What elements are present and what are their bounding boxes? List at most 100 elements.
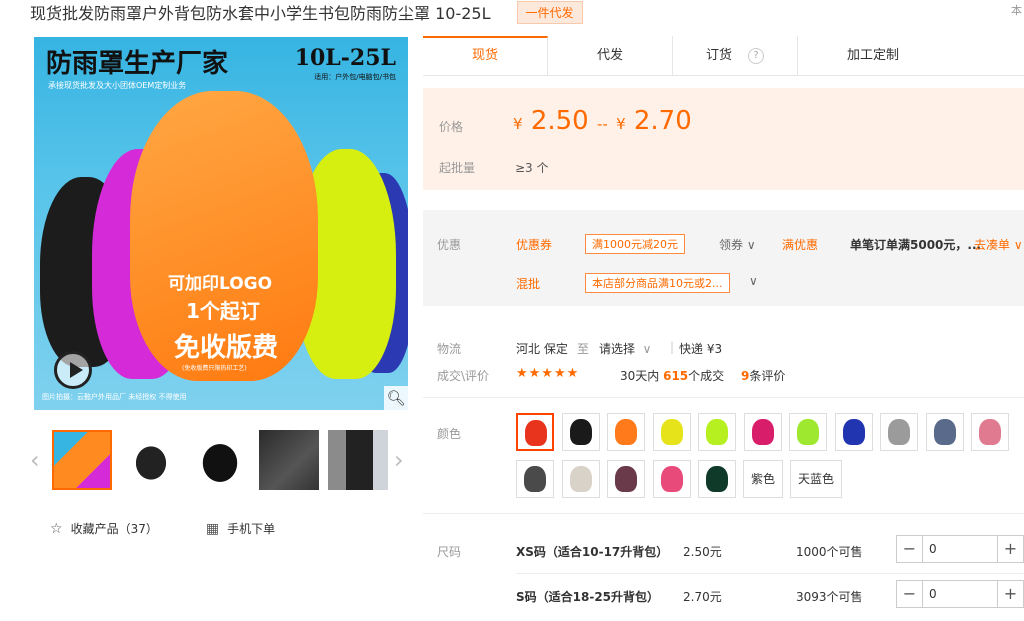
thumbnail-3[interactable] <box>190 430 250 490</box>
logistics-divider: | <box>670 340 675 354</box>
favorite-button[interactable]: ☆ 收藏产品（37） <box>50 520 158 537</box>
raincover-thumbnail <box>843 419 865 445</box>
raincover-thumbnail <box>615 419 637 445</box>
color-label: 颜色 <box>437 427 462 441</box>
minus-button[interactable]: − <box>897 536 923 562</box>
review-label-text: 条评价 <box>749 369 786 383</box>
moq-value: ≥3 个 <box>515 161 549 175</box>
thumbnail-2[interactable] <box>121 430 181 490</box>
color-swatch[interactable] <box>698 460 736 498</box>
plus-button[interactable]: + <box>997 536 1023 562</box>
size-row-xs: XS码（适合10-17升背包） 2.50元 1000个可售 − 0 + <box>516 535 1024 565</box>
color-swatch[interactable] <box>607 460 645 498</box>
image-size-sub: 适用：户外包/电脑包/书包 <box>314 73 396 81</box>
image-line1: 可加印LOGO <box>168 274 273 294</box>
color-swatch[interactable] <box>880 413 918 451</box>
size-price: 2.70元 <box>683 590 722 604</box>
color-swatch[interactable] <box>516 460 554 498</box>
quantity-input[interactable]: 0 <box>923 536 997 562</box>
claim-coupon-link[interactable]: 领券 ∨ <box>719 236 756 253</box>
plus-button[interactable]: + <box>997 581 1023 607</box>
rating-stars[interactable]: ★★★★★ <box>516 366 579 381</box>
moq-label: 起批量 <box>439 161 476 175</box>
size-price: 2.50元 <box>683 545 722 559</box>
mixed-badge[interactable]: 本店部分商品满10元或2... <box>585 273 730 293</box>
color-swatch[interactable] <box>607 413 645 451</box>
tab-custom[interactable]: 加工定制 <box>798 36 948 76</box>
size-stock: 1000个可售 <box>796 545 863 559</box>
logistics-dest: 请选择 <box>599 342 636 356</box>
chevron-left-icon[interactable]: ‹ <box>30 446 40 474</box>
raincover-thumbnail <box>752 419 774 445</box>
color-swatch[interactable] <box>698 413 736 451</box>
review-link[interactable]: 9条评价 <box>741 367 785 384</box>
chevron-right-icon[interactable]: › <box>394 446 404 474</box>
raincover-thumbnail <box>615 466 637 492</box>
thumbnail-1[interactable] <box>52 430 112 490</box>
go-add-label: 去凑单 <box>974 238 1011 252</box>
color-swatch[interactable] <box>653 413 691 451</box>
play-icon[interactable] <box>54 351 92 389</box>
logistics-dest-select[interactable]: 请选择 ∨ <box>599 340 651 357</box>
logistics-express: 快递 ¥3 <box>679 342 723 356</box>
favorite-label: 收藏产品（37） <box>70 522 158 536</box>
dropship-tag[interactable]: 一件代发 <box>516 0 583 24</box>
raincover-thumbnail <box>934 419 956 445</box>
color-swatch[interactable] <box>971 413 1009 451</box>
color-swatch[interactable] <box>653 460 691 498</box>
quantity-input[interactable]: 0 <box>923 581 997 607</box>
chevron-down-icon: ∨ <box>642 342 652 356</box>
go-add-link[interactable]: 去凑单 ∨ <box>974 236 1023 253</box>
color-swatch[interactable] <box>562 413 600 451</box>
size-stock: 3093个可售 <box>796 590 863 604</box>
tab-order-label: 订货 <box>705 48 732 63</box>
color-option-skyblue[interactable]: 天蓝色 <box>790 460 842 498</box>
color-swatch[interactable] <box>516 413 554 451</box>
mixed-label: 混批 <box>516 277 541 291</box>
logistics-to: 至 <box>577 342 590 356</box>
tab-dropship[interactable]: 代发 <box>548 36 673 76</box>
color-swatch[interactable] <box>744 413 782 451</box>
deal-stats: 30天内 615个成交 <box>620 367 724 384</box>
chevron-down-icon: ∨ <box>746 238 756 252</box>
color-swatch[interactable] <box>562 460 600 498</box>
main-product-image[interactable]: 防雨罩生产厂家 承接现货批发及大小团体OEM定制业务 10L-25L 适用：户外… <box>34 37 408 410</box>
qr-code-icon: ▦ <box>205 520 220 537</box>
deal-days: 30天内 <box>620 369 660 383</box>
image-line2: 1个起订 <box>186 299 260 323</box>
raincover-thumbnail <box>797 419 819 445</box>
price-separator: -- <box>596 115 608 133</box>
quantity-stepper: − 0 + <box>896 535 1024 563</box>
raincover-thumbnail <box>706 419 728 445</box>
purchase-tabs: 现货 代发 订货? 加工定制 <box>423 36 1024 76</box>
color-option-purple[interactable]: 紫色 <box>743 460 783 498</box>
raincover-thumbnail <box>888 419 910 445</box>
image-line4: (免收版费只限热印工艺) <box>182 365 247 372</box>
price-range: ¥ 2.50 -- ¥ 2.70 <box>513 106 692 136</box>
size-label: 尺码 <box>437 545 462 559</box>
deal-label: 个成交 <box>688 369 725 383</box>
thumbnail-4[interactable] <box>259 430 319 490</box>
help-icon[interactable]: ? <box>748 47 764 64</box>
color-swatch[interactable] <box>926 413 964 451</box>
mobile-order-button[interactable]: ▦ 手机下单 <box>206 520 275 537</box>
quantity-stepper: − 0 + <box>896 580 1024 608</box>
chevron-down-icon[interactable]: ∨ <box>749 274 758 288</box>
divider <box>423 513 1024 514</box>
tab-order[interactable]: 订货? <box>673 36 798 76</box>
left-actions: ☆ 收藏产品（37） ▦ 手机下单 <box>50 520 323 537</box>
image-size: 10L-25L <box>294 45 396 71</box>
tab-spot[interactable]: 现货 <box>423 36 548 76</box>
minus-button[interactable]: − <box>897 581 923 607</box>
divider <box>423 397 1024 398</box>
color-swatch[interactable] <box>835 413 873 451</box>
chevron-down-icon: ∨ <box>1013 238 1023 252</box>
raincover-thumbnail <box>524 466 546 492</box>
coupon-badge[interactable]: 满1000元减20元 <box>585 234 685 254</box>
logistics-label: 物流 <box>437 342 462 356</box>
currency-symbol: ¥ <box>513 115 523 133</box>
thumbnail-5[interactable] <box>328 430 388 490</box>
color-swatch[interactable] <box>789 413 827 451</box>
product-title: 现货批发防雨罩户外背包防水套中小学生书包防雨防尘罩 10-25L <box>30 4 491 23</box>
zoom-icon[interactable]: 🔍︎ <box>384 386 408 410</box>
